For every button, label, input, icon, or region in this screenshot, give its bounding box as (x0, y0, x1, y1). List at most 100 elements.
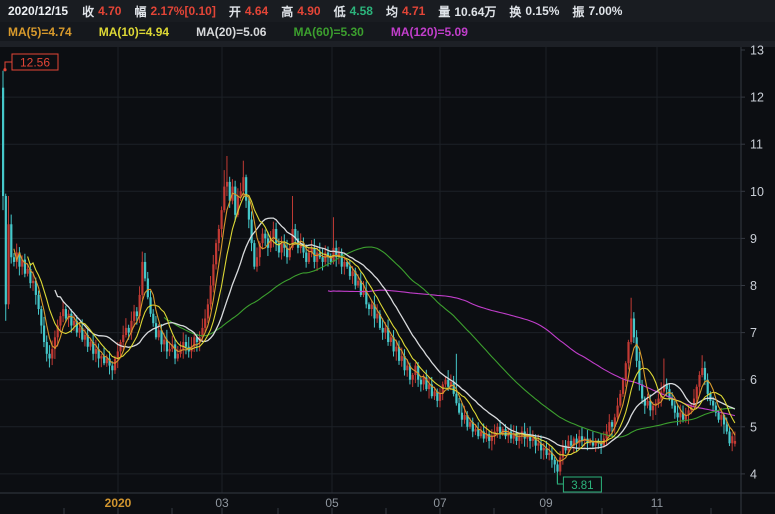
candle-body (182, 342, 185, 350)
candle-body (701, 367, 704, 375)
y-tick-label: 5 (750, 420, 757, 434)
candle-body (479, 431, 483, 437)
candle-body (673, 405, 677, 413)
candle-body (556, 464, 559, 472)
candle-body (26, 269, 29, 274)
candle-body (733, 440, 737, 444)
y-tick-label: 10 (750, 185, 764, 199)
candle-body (477, 429, 480, 437)
candle-body (223, 186, 226, 211)
candle-body (561, 445, 565, 458)
candle-body (559, 457, 562, 472)
candle-body (676, 412, 679, 418)
candle-body (59, 316, 62, 326)
candle-body (111, 365, 114, 371)
candle-body (51, 349, 54, 359)
candle-body (204, 318, 207, 328)
candle-body (176, 353, 179, 359)
candle-body (635, 337, 638, 361)
candle-body (321, 257, 324, 262)
candle-body (367, 304, 371, 310)
candle-body (122, 334, 125, 343)
candle-body (348, 266, 352, 277)
candle-body (463, 415, 466, 420)
x-axis-label: 09 (539, 496, 553, 510)
candle-body (113, 358, 117, 371)
candle-body (280, 243, 283, 253)
candle-body (116, 351, 119, 359)
candle-body (447, 379, 450, 387)
candle-body (411, 374, 414, 380)
candle-body (621, 379, 625, 394)
x-axis-label: 03 (215, 496, 229, 510)
candle-body (537, 443, 540, 446)
candle-body (78, 327, 81, 333)
candlestick-chart-canvas[interactable]: 13 12 11 10 9 8 7 6 5 4 2020 03 05 07 09 11 12.56 3.81 (0, 0, 775, 514)
candle-body (225, 181, 229, 187)
stock-chart-window: { "info_bar": { "date": "2020/12/15", "f… (0, 0, 775, 514)
candle-body (395, 346, 398, 352)
candle-body (174, 344, 177, 359)
candle-body (651, 405, 655, 411)
candle-body (438, 393, 442, 401)
candle-body (2, 87, 5, 197)
candle-body (362, 290, 365, 295)
candle-body (490, 436, 494, 441)
candle-body (731, 436, 734, 444)
min-price-label: 3.81 (571, 480, 593, 492)
candle-body (474, 429, 477, 432)
candle-body (428, 384, 431, 390)
candle-body (624, 363, 627, 380)
candle-body (42, 325, 46, 343)
candle-body (234, 186, 237, 215)
candle-body (168, 349, 171, 352)
candle-body (725, 424, 728, 432)
candle-body (124, 327, 128, 335)
candle-body (619, 393, 622, 406)
candle-body (400, 356, 403, 361)
candle-body (712, 400, 715, 406)
candle-body (217, 228, 220, 244)
candle-body (94, 349, 98, 354)
candle-body (103, 356, 106, 364)
candle-body (698, 374, 701, 387)
x-axis-label: 11 (651, 496, 664, 510)
candle-body (141, 261, 144, 295)
candle-body (548, 452, 551, 456)
candle-body (728, 431, 731, 444)
candle-body (48, 353, 51, 359)
candle-body (10, 224, 13, 258)
candle-body (37, 294, 40, 310)
candle-body (245, 177, 248, 201)
candle-body (567, 440, 570, 451)
candle-body (370, 304, 373, 310)
candle-body (444, 379, 447, 385)
candle-body (220, 210, 223, 229)
candle-body (531, 438, 535, 441)
candle-body (316, 252, 319, 262)
candle-body (455, 393, 458, 404)
y-tick-label: 4 (750, 467, 757, 481)
candle-body (518, 436, 521, 441)
candle-body (389, 337, 393, 343)
candle-body (154, 323, 158, 338)
y-tick-label: 7 (750, 326, 757, 340)
candle-body (709, 393, 712, 401)
candle-body (32, 280, 35, 284)
candle-body (381, 327, 384, 333)
candle-body (253, 243, 256, 267)
candle-body (638, 360, 641, 385)
x-axis-label: 05 (325, 496, 339, 510)
candle-body (376, 313, 379, 319)
candle-body (45, 342, 48, 354)
candle-body (133, 311, 136, 321)
candle-body (40, 309, 43, 326)
candle-body (261, 233, 264, 244)
candle-body (340, 252, 343, 267)
candle-body (242, 177, 245, 192)
y-tick-label: 6 (750, 373, 757, 387)
candle-body (452, 382, 455, 394)
y-tick-label: 8 (750, 279, 757, 293)
candle-body (641, 384, 644, 399)
candle-body (73, 320, 76, 326)
